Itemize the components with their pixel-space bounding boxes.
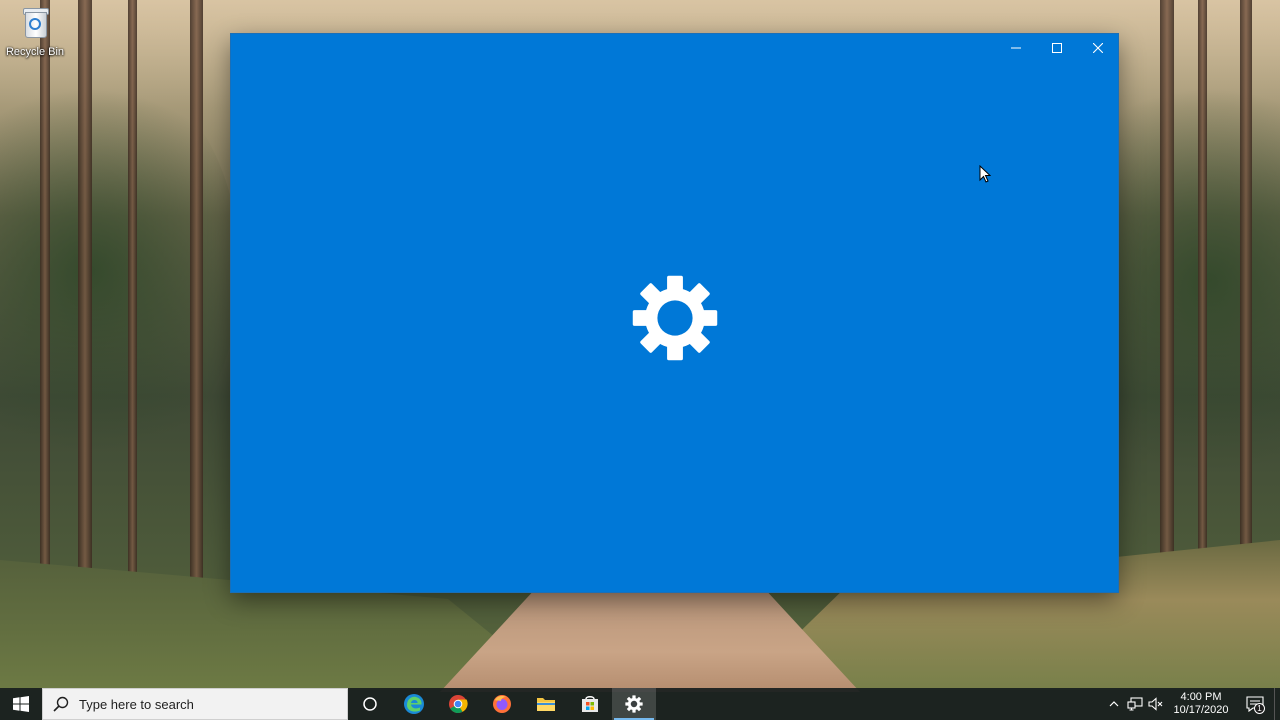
taskbar: Type here to search 4:00 PM 10/17/2020 1 <box>0 688 1280 720</box>
taskbar-store-button[interactable] <box>568 688 612 720</box>
speaker-muted-icon <box>1147 697 1162 711</box>
window-caption-buttons <box>995 34 1118 62</box>
desktop: Recycle Bin Type here to search 4:00 PM … <box>0 0 1280 720</box>
taskbar-search-box[interactable]: Type here to search <box>42 688 348 720</box>
search-placeholder: Type here to search <box>79 696 194 712</box>
recycle-bin-icon <box>22 6 49 38</box>
settings-window[interactable] <box>231 34 1118 592</box>
firefox-icon <box>493 695 511 713</box>
taskbar-chrome-button[interactable] <box>436 688 480 720</box>
gear-icon <box>632 275 718 361</box>
taskbar-edge-button[interactable] <box>392 688 436 720</box>
tree-trunk <box>190 0 203 620</box>
background-road <box>440 592 860 692</box>
taskbar-pinned-apps <box>348 688 656 720</box>
tree-trunk <box>40 0 50 620</box>
chrome-icon <box>449 695 468 714</box>
desktop-icon-recycle-bin[interactable]: Recycle Bin <box>4 6 66 58</box>
gear-icon <box>625 695 643 713</box>
maximize-icon <box>1051 43 1062 53</box>
taskbar-firefox-button[interactable] <box>480 688 524 720</box>
tree-trunk <box>1160 0 1174 620</box>
mouse-cursor-icon <box>979 165 991 183</box>
notification-count-badge: 1 <box>1254 703 1265 714</box>
tree-trunk <box>1198 0 1207 620</box>
edge-icon <box>404 694 424 714</box>
circle-icon <box>363 697 377 711</box>
tree-trunk <box>78 0 92 620</box>
taskbar-clock[interactable]: 4:00 PM 10/17/2020 <box>1166 691 1236 717</box>
folder-icon <box>537 698 555 711</box>
tray-volume-button[interactable] <box>1145 688 1166 720</box>
network-icon <box>1126 697 1143 711</box>
start-button[interactable] <box>0 688 42 720</box>
system-tray: 4:00 PM 10/17/2020 1 <box>1103 688 1280 720</box>
minimize-button[interactable] <box>995 34 1036 62</box>
windows-logo-icon <box>13 696 29 712</box>
background-foliage <box>0 60 240 480</box>
store-bag-icon <box>582 696 598 712</box>
taskbar-cortana-button[interactable] <box>348 688 392 720</box>
close-icon <box>1092 43 1103 53</box>
action-center-button[interactable]: 1 <box>1236 688 1274 720</box>
close-button[interactable] <box>1077 34 1118 62</box>
taskbar-settings-button[interactable] <box>612 688 656 720</box>
taskbar-file-explorer-button[interactable] <box>524 688 568 720</box>
minimize-icon <box>1010 47 1021 49</box>
search-icon <box>53 696 69 712</box>
tree-trunk <box>1240 0 1252 620</box>
tray-overflow-button[interactable] <box>1103 688 1124 720</box>
chevron-up-icon <box>1109 701 1118 707</box>
maximize-button[interactable] <box>1036 34 1077 62</box>
desktop-icon-label: Recycle Bin <box>5 46 65 58</box>
clock-date: 10/17/2020 <box>1173 704 1229 716</box>
clock-time: 4:00 PM <box>1180 691 1222 703</box>
show-desktop-button[interactable] <box>1274 688 1280 720</box>
tree-trunk <box>128 0 137 620</box>
tray-network-button[interactable] <box>1124 688 1145 720</box>
